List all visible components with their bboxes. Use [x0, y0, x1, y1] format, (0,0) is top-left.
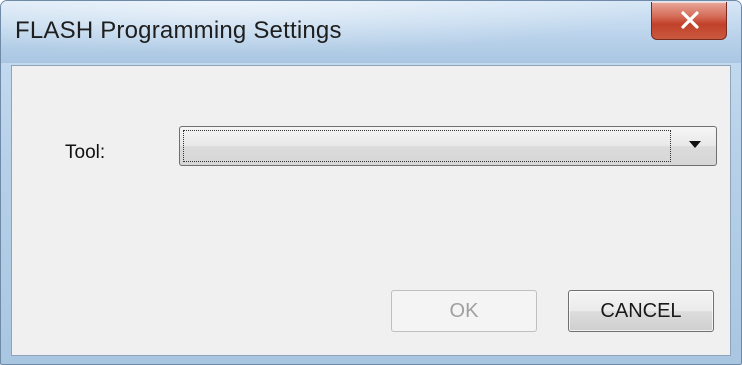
window-title: FLASH Programming Settings: [15, 17, 342, 44]
title-bar[interactable]: FLASH Programming Settings: [1, 1, 741, 63]
close-button[interactable]: [651, 2, 727, 40]
close-icon: [681, 11, 699, 29]
ok-button[interactable]: OK: [391, 290, 537, 332]
tool-label: Tool:: [65, 142, 106, 163]
chevron-down-icon[interactable]: [689, 141, 701, 149]
dialog-content: Tool: OK CANCEL: [11, 65, 731, 356]
focus-rectangle: [183, 130, 671, 162]
dialog-window: FLASH Programming Settings Tool: OK CANC…: [0, 0, 742, 365]
cancel-button[interactable]: CANCEL: [568, 290, 714, 332]
tool-dropdown[interactable]: [179, 126, 717, 166]
